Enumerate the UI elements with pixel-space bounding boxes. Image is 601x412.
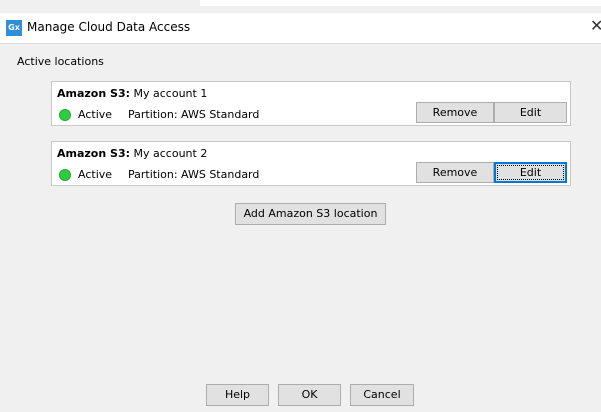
status-label: Active: [78, 108, 113, 121]
cancel-button[interactable]: Cancel: [350, 384, 414, 406]
partition-label: Partition: AWS Standard: [128, 168, 260, 181]
status-label: Active: [78, 168, 113, 181]
help-button[interactable]: Help: [206, 384, 269, 406]
remove-button[interactable]: Remove: [416, 102, 494, 123]
status-active-icon: [59, 109, 71, 121]
add-amazon-s3-location-button[interactable]: Add Amazon S3 location: [235, 203, 386, 225]
background-window-remnant: [200, 0, 601, 6]
ok-button[interactable]: OK: [278, 384, 341, 406]
location-name: My account 1: [133, 87, 208, 100]
active-locations-label: Active locations: [17, 55, 104, 68]
manage-cloud-data-access-dialog: Gx Manage Cloud Data Access ✕ Active loc…: [0, 0, 601, 412]
close-icon[interactable]: ✕: [590, 16, 601, 35]
app-logo-icon: Gx: [6, 20, 22, 36]
location-provider: Amazon S3:: [57, 87, 130, 100]
dialog-title: Manage Cloud Data Access: [27, 20, 191, 34]
location-heading: Amazon S3: My account 2: [57, 147, 207, 160]
location-card: Amazon S3: My account 2 Active Partition…: [51, 141, 571, 186]
status-active-icon: [59, 169, 71, 181]
location-name: My account 2: [133, 147, 208, 160]
location-heading: Amazon S3: My account 1: [57, 87, 207, 100]
focus-ring: [497, 165, 564, 180]
location-provider: Amazon S3:: [57, 147, 130, 160]
title-bar: Gx Manage Cloud Data Access ✕: [0, 13, 601, 44]
edit-button[interactable]: Edit: [494, 162, 567, 183]
edit-button[interactable]: Edit: [494, 102, 567, 123]
partition-label: Partition: AWS Standard: [128, 108, 260, 121]
remove-button[interactable]: Remove: [416, 162, 494, 183]
location-card: Amazon S3: My account 1 Active Partition…: [51, 81, 571, 126]
